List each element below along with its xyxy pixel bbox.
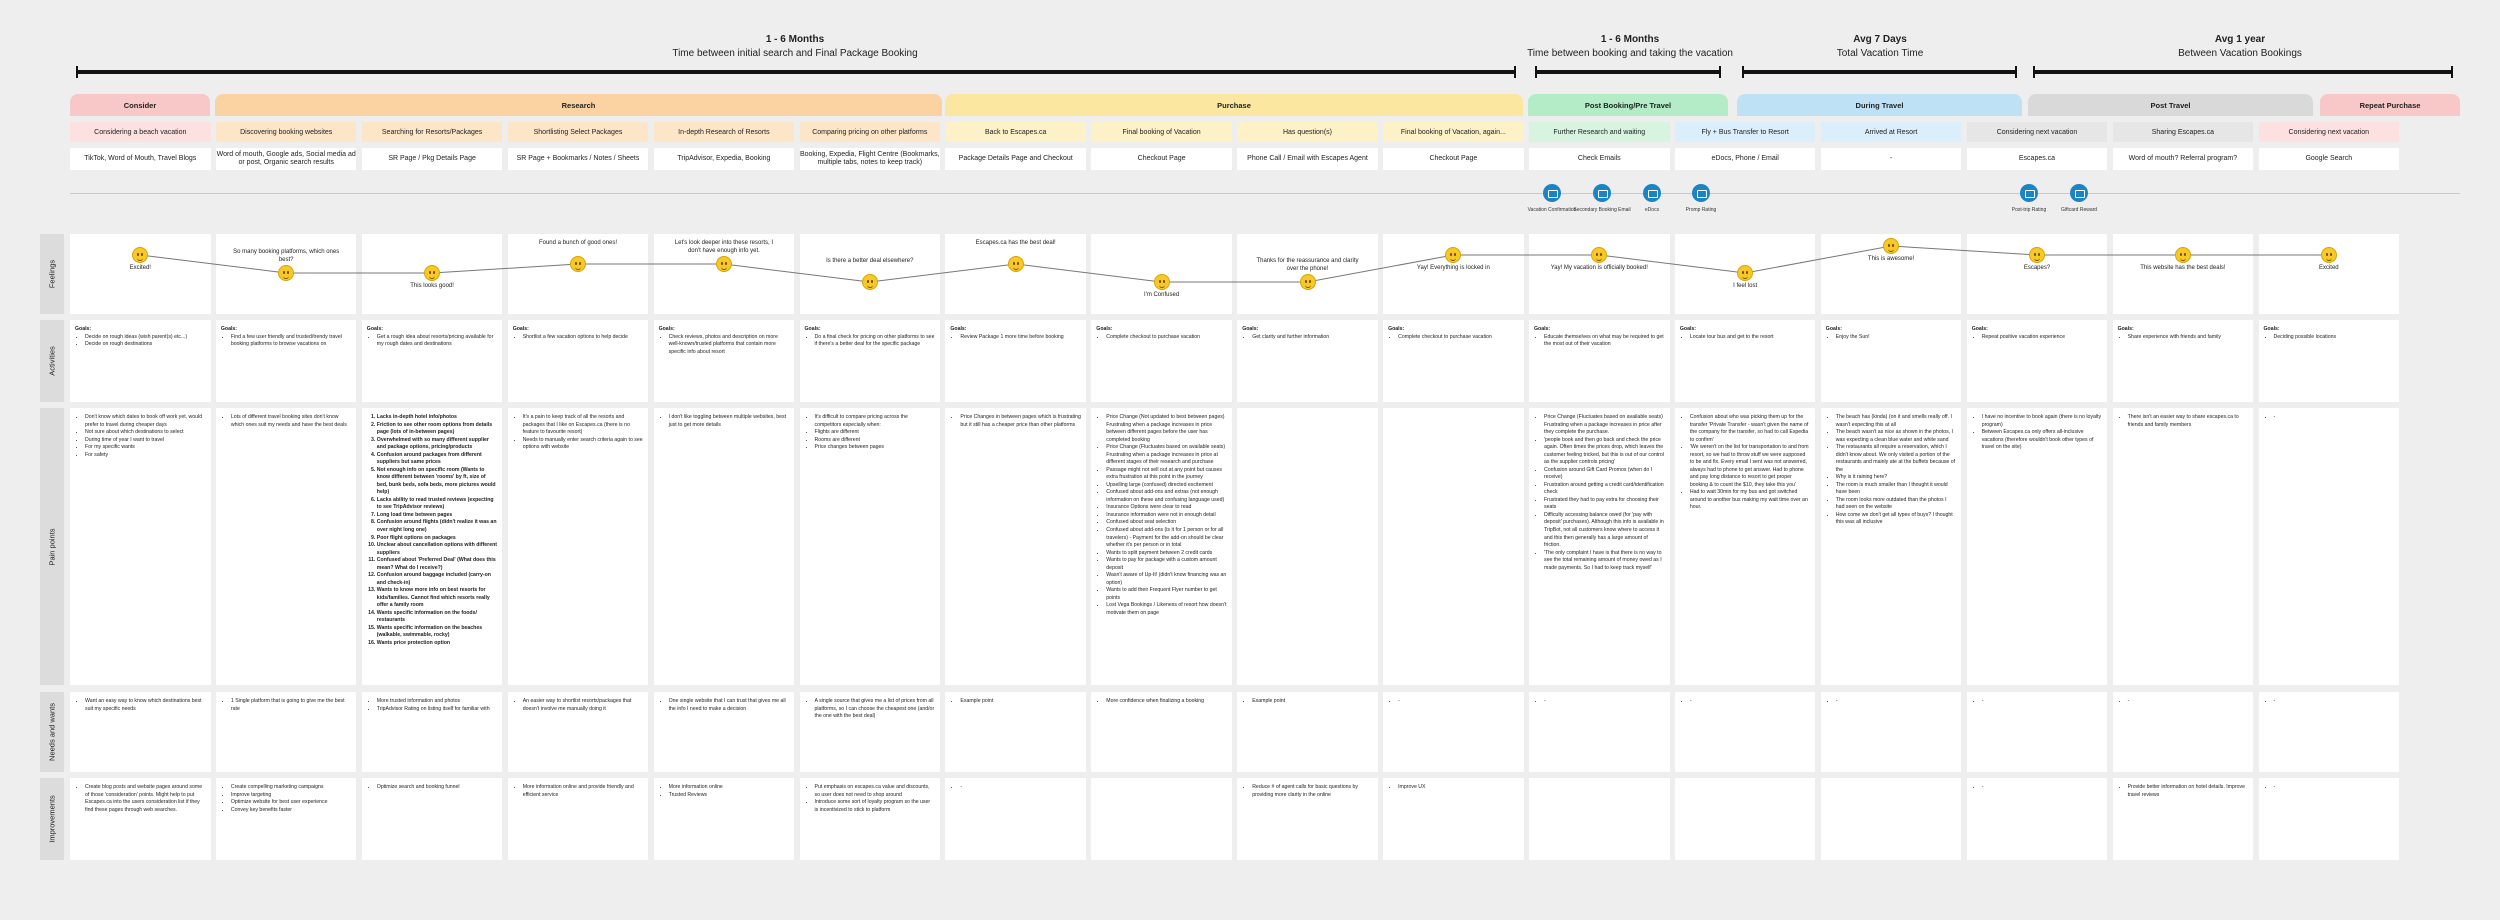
emoji-face-icon	[2029, 247, 2045, 263]
emoji-face-icon	[2320, 247, 2337, 263]
feeling-label: Found a bunch of good ones!	[538, 240, 618, 246]
feeling-label: Excited	[2318, 265, 2339, 271]
emoji-mouth	[1158, 284, 1165, 288]
emoji-mouth	[283, 275, 290, 279]
feeling-label: Let's look deeper into these resorts, I …	[674, 240, 773, 254]
emoji-mouth	[1450, 257, 1457, 261]
emoji-face-icon	[1007, 256, 1024, 272]
emoji-face-icon	[424, 265, 441, 281]
emoji-face-icon	[1153, 274, 1170, 290]
feeling-label: I feel lost	[1733, 283, 1758, 289]
emoji-mouth	[2325, 257, 2332, 261]
feeling-label: Is there a better deal elsewhere?	[826, 258, 914, 264]
emoji-mouth	[1596, 257, 1603, 261]
emoji-face-icon	[715, 256, 732, 272]
feeling-label: I'm Confused	[1144, 292, 1180, 298]
emoji-mouth	[1742, 275, 1749, 279]
feelings-line	[140, 245, 2329, 283]
emoji-mouth	[720, 266, 727, 270]
feeling-label: Yay! My vacation is officially booked!	[1550, 265, 1648, 271]
emoji-mouth	[1012, 266, 1019, 270]
feeling-label: This looks good!	[410, 283, 454, 289]
feeling-label: Thanks for the reassurance and clarity o…	[1256, 258, 1359, 272]
emoji-mouth	[575, 266, 581, 270]
feeling-label: This website has the best deals!	[2140, 265, 2226, 271]
feeling-label: Excited!	[129, 265, 151, 271]
emoji-mouth	[866, 284, 873, 288]
emoji-face-icon	[1883, 238, 1900, 254]
emoji-mouth	[1304, 284, 1311, 288]
feeling-label: Escapes?	[2023, 265, 2051, 271]
emoji-face-icon	[570, 256, 586, 272]
emoji-face-icon	[2174, 247, 2191, 263]
feeling-label: This is awesome!	[1867, 256, 1915, 262]
emoji-face-icon	[1299, 274, 1316, 290]
emoji-mouth	[137, 257, 144, 261]
emoji-face-icon	[861, 274, 878, 290]
emoji-mouth	[429, 275, 436, 279]
feeling-label: Escapes.ca has the best deal!	[975, 240, 1056, 246]
feelings-curve	[140, 245, 2329, 283]
emoji-mouth	[2034, 257, 2040, 261]
feeling-label: So many booking platforms, which ones be…	[233, 249, 340, 263]
feeling-label: Yay! Everything is locked in	[1416, 265, 1490, 271]
emoji-mouth	[2179, 257, 2186, 261]
emoji-mouth	[1888, 248, 1895, 252]
